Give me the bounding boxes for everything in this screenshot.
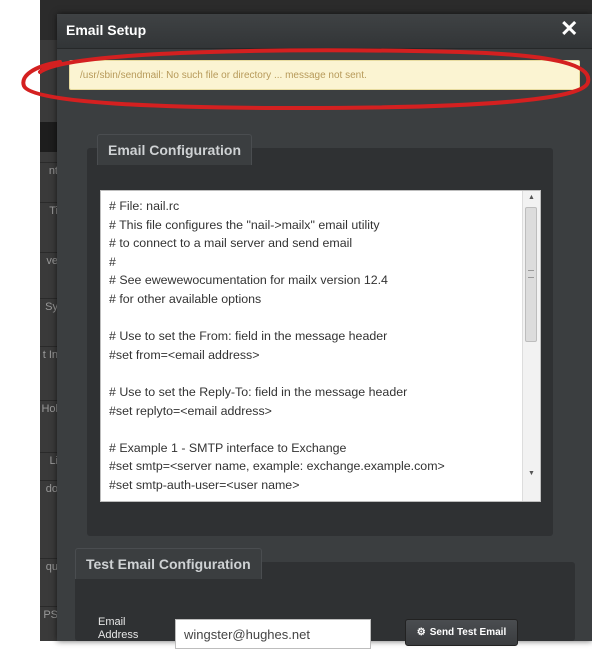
scroll-thumb[interactable] bbox=[525, 207, 537, 342]
close-icon[interactable]: ✕ bbox=[560, 18, 578, 40]
background-sidebar: nt Ti ve Sy t In Hol Li do qu PS bbox=[40, 40, 58, 641]
modal-header: Email Setup ✕ bbox=[57, 14, 592, 49]
sidebar-fragment: PS bbox=[40, 606, 58, 621]
config-textarea[interactable]: # File: nail.rc # This file configures t… bbox=[100, 190, 541, 502]
scroll-up-icon[interactable]: ▲ bbox=[523, 191, 540, 205]
sidebar-fragment: Sy bbox=[40, 298, 58, 313]
send-test-email-button[interactable]: ⚙ Send Test Email bbox=[405, 619, 518, 646]
sidebar-fragment: Hol bbox=[40, 400, 58, 415]
email-configuration-heading: Email Configuration bbox=[97, 134, 252, 165]
sidebar-fragment: do bbox=[40, 480, 58, 495]
sidebar-dark-band bbox=[40, 122, 58, 152]
sidebar-fragment: t In bbox=[40, 346, 58, 361]
email-address-label: Email Address bbox=[98, 616, 139, 641]
test-email-section: Test Email Configuration Email Address ⚙… bbox=[75, 548, 575, 649]
error-alert: /usr/sbin/sendmail: No such file or dire… bbox=[69, 60, 580, 90]
test-email-heading: Test Email Configuration bbox=[75, 548, 262, 579]
scroll-down-icon[interactable]: ▼ bbox=[523, 467, 540, 481]
sidebar-fragment: qu bbox=[40, 558, 58, 573]
modal-title: Email Setup bbox=[66, 22, 147, 38]
email-address-input[interactable] bbox=[175, 619, 371, 649]
sidebar-fragment: nt bbox=[40, 162, 58, 177]
textarea-scrollbar[interactable]: ▲ ▼ bbox=[522, 191, 540, 501]
gear-icon: ⚙ bbox=[416, 627, 426, 638]
sidebar-fragment: Ti bbox=[40, 202, 58, 217]
send-test-email-label: Send Test Email bbox=[429, 627, 507, 638]
sidebar-fragment: ve bbox=[40, 252, 58, 267]
email-setup-modal: Email Setup ✕ /usr/sbin/sendmail: No suc… bbox=[57, 14, 592, 649]
email-configuration-section: Email Configuration # File: nail.rc # Th… bbox=[87, 134, 553, 536]
sidebar-fragment: Li bbox=[40, 452, 58, 467]
grip-icon bbox=[528, 270, 534, 278]
config-text[interactable]: # File: nail.rc # This file configures t… bbox=[101, 191, 521, 501]
